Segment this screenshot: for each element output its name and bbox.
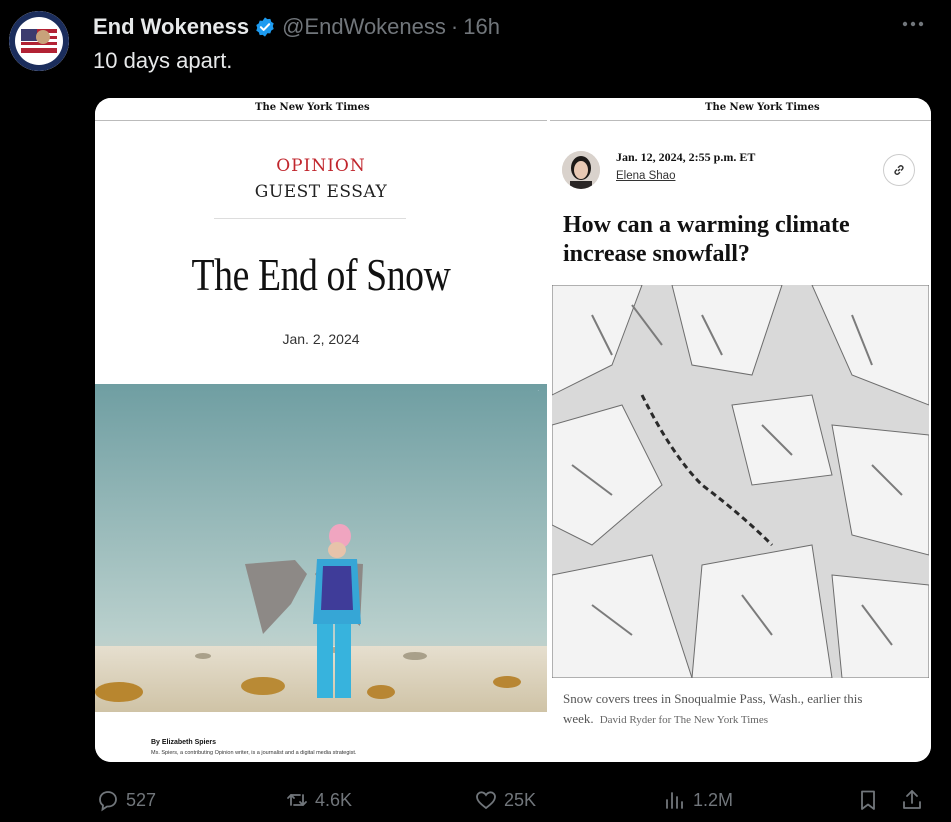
nyt-masthead: The New York Times: [255, 102, 370, 113]
views-button[interactable]: 1.2M: [663, 780, 733, 820]
heart-icon: [476, 791, 496, 810]
photo-caption: Snow covers trees in Snoqualmie Pass, Wa…: [563, 689, 923, 730]
photo-credit-tiny: ·: [537, 388, 539, 394]
reply-icon: [99, 791, 117, 812]
right-article-date: Jan. 12, 2024, 2:55 p.m. ET: [616, 150, 756, 164]
left-headline: The End of Snow: [191, 249, 451, 300]
link-icon: [883, 154, 915, 186]
repost-button[interactable]: 4.6K: [285, 780, 352, 820]
user-handle[interactable]: @EndWokeness: [282, 14, 446, 40]
like-button[interactable]: 25K: [474, 780, 536, 820]
views-count: 1.2M: [693, 789, 734, 810]
left-article-screenshot: The New York Times OPINION GUEST ESSAY T…: [95, 98, 547, 762]
bookmark-button[interactable]: [856, 780, 886, 820]
right-headline: How can a warming climate increase snowf…: [563, 212, 850, 267]
right-article-author: Elena Shao: [616, 170, 676, 182]
guest-essay-label: GUEST ESSAY: [254, 182, 388, 202]
tweet-action-bar: 527 4.6K 25K 1.2M: [0, 780, 951, 820]
nyt-masthead-right: The New York Times: [705, 102, 820, 113]
photo-credit: David Ryder for The New York Times: [599, 714, 769, 726]
more-horizontal-icon[interactable]: [900, 14, 930, 38]
snowy-trees-photo: [552, 285, 929, 678]
desert-photo: ·: [95, 384, 547, 712]
tweet-text: 10 days apart.: [93, 48, 233, 73]
tweet-time[interactable]: 16h: [463, 14, 500, 40]
display-name[interactable]: End Wokeness: [93, 14, 249, 40]
repost-count: 4.6K: [315, 789, 353, 810]
reply-button[interactable]: 527: [96, 780, 156, 820]
section-divider: [214, 218, 406, 219]
analytics-icon: [666, 792, 683, 809]
tweet-media-image[interactable]: The New York Times OPINION GUEST ESSAY T…: [95, 98, 931, 762]
profile-avatar[interactable]: [9, 11, 69, 71]
bookmark-icon: [861, 790, 875, 810]
author-avatar: [562, 151, 600, 189]
like-count: 25K: [504, 789, 537, 810]
left-byline: By Elizabeth Spiers: [151, 739, 216, 746]
reply-count: 527: [126, 789, 157, 810]
separator-dot: ·: [450, 14, 459, 39]
tweet-header: End Wokeness @EndWokeness · 16h: [93, 12, 500, 42]
share-icon: [903, 790, 921, 809]
masthead-rule: [95, 120, 547, 121]
author-bio: Ms. Spiers, a contributing Opinion write…: [151, 750, 357, 756]
share-button[interactable]: [900, 780, 930, 820]
right-article-screenshot: The New York Times Jan. 12, 2024, 2:55 p…: [550, 98, 931, 762]
verified-badge-icon: [256, 17, 274, 37]
repost-icon: [287, 794, 307, 806]
masthead-rule-right: [550, 120, 931, 121]
left-article-date: Jan. 2, 2024: [282, 331, 360, 347]
opinion-label: OPINION: [276, 156, 366, 176]
